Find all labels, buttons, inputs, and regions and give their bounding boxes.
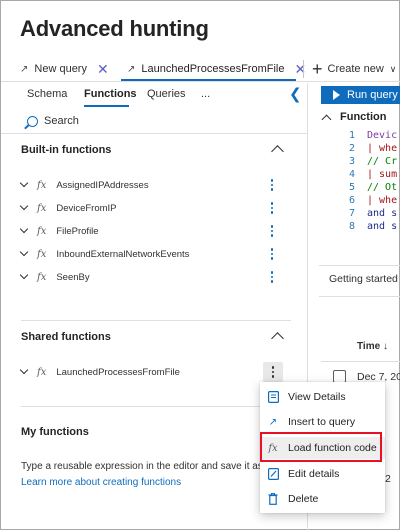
menu-item-edit-details[interactable]: Edit details (260, 463, 385, 485)
builtin-functions-title: Built-in functions (21, 144, 112, 156)
fx-icon: fx (37, 179, 47, 191)
chevron-down-icon[interactable] (19, 247, 29, 257)
shared-functions-title: Shared functions (21, 331, 111, 343)
chevron-up-icon[interactable] (271, 332, 284, 345)
tab-getting-started[interactable]: Getting started (329, 273, 398, 285)
close-icon[interactable]: ✕ (97, 62, 109, 76)
edit-icon (266, 468, 280, 480)
function-name: DeviceFromIP (56, 202, 117, 214)
code-text: and s (367, 221, 398, 232)
function-search[interactable]: Search (27, 112, 79, 130)
tab-queries[interactable]: Queries (147, 88, 186, 104)
play-icon (333, 90, 340, 100)
divider (321, 361, 400, 362)
functions-tab-indicator (84, 105, 129, 107)
close-icon[interactable]: ✕ (294, 62, 306, 76)
tab-functions[interactable]: Functions (84, 88, 137, 104)
function-name: LaunchedProcessesFromFile (56, 366, 180, 378)
link-icon: ↗ (20, 63, 29, 75)
chevron-up-icon (321, 114, 332, 124)
create-new-button[interactable]: + Create new ∨ (312, 60, 396, 78)
my-functions-title: My functions (21, 426, 89, 438)
menu-item-delete[interactable]: Delete (260, 488, 385, 510)
more-options-icon[interactable] (265, 269, 279, 285)
menu-item-label: Edit details (288, 468, 340, 480)
fx-icon: fx (37, 366, 47, 378)
page-title: Advanced hunting (20, 16, 209, 41)
fx-icon: fx (37, 225, 47, 237)
code-line[interactable]: 8 and s (341, 221, 397, 237)
menu-item-label: View Details (288, 391, 346, 403)
divider (1, 133, 307, 134)
function-name: SeenBy (56, 271, 90, 283)
fx-icon: fx (37, 248, 47, 260)
query-tab-launched-processes[interactable]: ↗ LaunchedProcessesFromFile ✕ (127, 60, 306, 78)
menu-item-view-details[interactable]: View Details (260, 386, 385, 408)
tab-label: New query (34, 63, 87, 75)
function-header[interactable]: Function (321, 111, 387, 124)
divider (21, 320, 291, 321)
tabstrip-divider (1, 81, 400, 82)
menu-item-label: Insert to query (288, 416, 356, 428)
learn-more-link[interactable]: Learn more about creating functions (21, 477, 181, 488)
function-item[interactable]: fx FileProfile (19, 223, 99, 239)
more-options-button[interactable] (263, 362, 283, 382)
function-item[interactable]: fx DeviceFromIP (19, 200, 117, 216)
divider (319, 265, 400, 266)
more-options-icon[interactable] (265, 177, 279, 193)
more-options-icon[interactable] (265, 246, 279, 262)
fx-icon: fx (37, 271, 47, 283)
row-time-fragment: 2 (385, 473, 391, 485)
create-new-label: Create new (327, 63, 384, 75)
link-icon: ↗ (127, 63, 136, 75)
plus-icon: + (312, 59, 323, 79)
chevron-down-icon[interactable] (19, 224, 29, 234)
menu-item-insert-to-query[interactable]: ↗ Insert to query (260, 411, 385, 433)
chevron-down-icon[interactable] (19, 201, 29, 211)
time-column-header[interactable]: Time ↓ (357, 341, 388, 352)
menu-item-label: Delete (288, 493, 319, 505)
trash-icon (266, 493, 280, 505)
function-item[interactable]: fx SeenBy (19, 269, 90, 285)
tab-label: LaunchedProcessesFromFile (141, 63, 285, 75)
function-label: Function (340, 111, 387, 123)
run-query-button[interactable]: Run query (321, 86, 400, 104)
chevron-down-icon: ∨ (389, 63, 397, 74)
more-options-icon[interactable] (265, 200, 279, 216)
run-label: Run query (347, 89, 398, 101)
collapse-panel-icon[interactable]: ❮ (289, 85, 302, 103)
tab-schema[interactable]: Schema (27, 88, 67, 104)
details-icon (266, 391, 280, 403)
search-icon (27, 115, 38, 127)
divider (21, 406, 261, 407)
query-tab-new-query[interactable]: ↗ New query ✕ (20, 60, 109, 78)
function-item[interactable]: fx InboundExternalNetworkEvents (19, 246, 190, 262)
chevron-up-icon[interactable] (271, 145, 284, 158)
function-item[interactable]: fx LaunchedProcessesFromFile (19, 364, 180, 380)
more-options-icon[interactable] (265, 223, 279, 239)
function-name: AssignedIPAddresses (56, 179, 149, 191)
function-name: FileProfile (56, 225, 99, 237)
tab-more[interactable]: ... (201, 88, 210, 104)
fx-icon: fx (37, 202, 47, 214)
chevron-down-icon[interactable] (19, 365, 29, 375)
link-icon: ↗ (268, 416, 278, 428)
search-placeholder: Search (44, 115, 79, 127)
function-item[interactable]: fx AssignedIPAddresses (19, 177, 149, 193)
chevron-down-icon[interactable] (19, 270, 29, 280)
line-number: 8 (348, 221, 355, 232)
more-options-icon (263, 362, 283, 382)
function-name: InboundExternalNetworkEvents (56, 248, 190, 260)
tab-separator (303, 60, 304, 78)
chevron-down-icon[interactable] (19, 178, 29, 188)
divider (319, 296, 400, 297)
load-function-code-highlight (260, 432, 382, 462)
